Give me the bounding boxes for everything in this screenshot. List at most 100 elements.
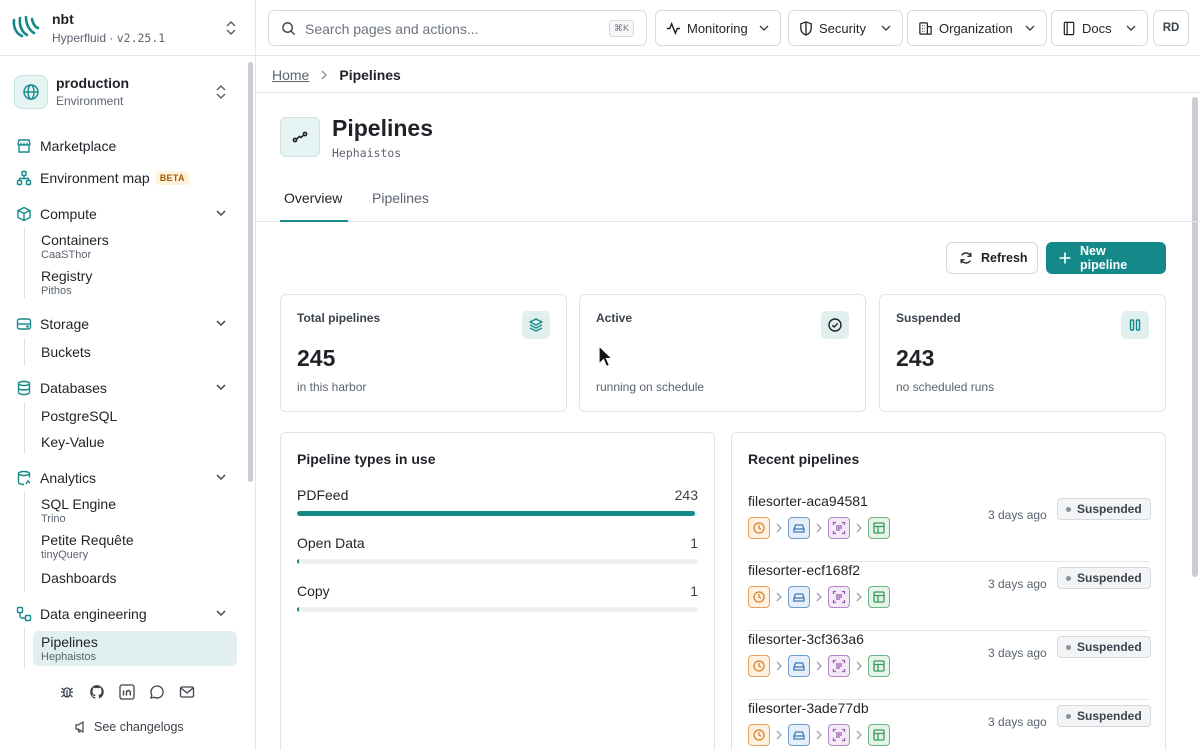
- pipeline-updated: 3 days ago: [988, 646, 1047, 660]
- tree-line: [24, 402, 25, 454]
- scrollbar-thumb[interactable]: [248, 62, 253, 482]
- status-label: Suspended: [1077, 709, 1142, 723]
- pipeline-name[interactable]: filesorter-aca94581: [748, 493, 868, 509]
- pipeline-icon: [280, 117, 320, 157]
- sidebar-item-compute[interactable]: Compute: [16, 202, 242, 226]
- scan-process-icon: [828, 724, 850, 746]
- chevron-down-icon[interactable]: [214, 606, 228, 620]
- menu-label: Security: [819, 20, 866, 36]
- sidebar-item-registry[interactable]: Registry Pithos: [41, 268, 92, 297]
- sidebar-item-sql-engine[interactable]: SQL Engine Trino: [41, 496, 116, 525]
- stat-label: Active: [596, 311, 633, 325]
- pipeline-name[interactable]: filesorter-3cf363a6: [748, 631, 864, 647]
- sidebar-item-dashboards[interactable]: Dashboards: [41, 570, 117, 586]
- sidebar-item-petite-requete[interactable]: Petite Requête tinyQuery: [41, 532, 134, 561]
- pipeline-row[interactable]: filesorter-3ade77db 3 days ago Suspended: [748, 700, 1151, 750]
- type-name: Open Data: [297, 535, 365, 551]
- tab-pipelines[interactable]: Pipelines: [368, 179, 433, 222]
- mail-icon[interactable]: [178, 683, 196, 701]
- sidebar-item-marketplace[interactable]: Marketplace: [16, 134, 116, 158]
- sidebar-item-label: Registry: [41, 268, 93, 284]
- bug-icon[interactable]: [58, 683, 76, 701]
- sidebar-item-key-value[interactable]: Key-Value: [41, 434, 105, 450]
- main-scrollbar[interactable]: [1192, 97, 1198, 577]
- megaphone-icon: [74, 720, 88, 734]
- sidebar-item-storage[interactable]: Storage: [16, 312, 242, 336]
- chevron-down-icon[interactable]: [214, 206, 228, 220]
- docs-menu[interactable]: Docs: [1051, 10, 1148, 46]
- type-count: 1: [690, 535, 698, 551]
- sidebar-item-sublabel: Hephaistos: [41, 651, 97, 663]
- search-placeholder: Search pages and actions...: [305, 21, 479, 37]
- status-dot: [1066, 644, 1071, 650]
- chevron-down-icon: [880, 22, 892, 34]
- stat-card-suspended: Suspended 243 no scheduled runs: [879, 294, 1166, 412]
- sidebar-item-pipelines[interactable]: Pipelines Hephaistos: [33, 631, 237, 666]
- security-menu[interactable]: Security: [788, 10, 903, 46]
- pipeline-row[interactable]: filesorter-aca94581 3 days ago Suspended: [748, 493, 1151, 562]
- section-title: Pipeline types in use: [297, 451, 436, 467]
- sidebar-item-label: PostgreSQL: [41, 408, 118, 424]
- sidebar-item-environment-map[interactable]: Environment map BETA: [16, 166, 189, 190]
- tree-line: [24, 492, 25, 592]
- refresh-button[interactable]: Refresh: [946, 242, 1038, 274]
- network-icon: [16, 170, 32, 186]
- type-count: 243: [674, 487, 698, 503]
- changelog-link[interactable]: See changelogs: [74, 720, 184, 734]
- plus-icon: [1058, 251, 1072, 265]
- pipeline-updated: 3 days ago: [988, 508, 1047, 522]
- chat-icon[interactable]: [148, 683, 166, 701]
- activity-icon: [666, 21, 681, 36]
- box-icon: [16, 206, 32, 222]
- status-label: Suspended: [1077, 502, 1142, 516]
- pipeline-name[interactable]: filesorter-3ade77db: [748, 700, 869, 716]
- chevron-down-icon[interactable]: [214, 380, 228, 394]
- status-badge: Suspended: [1057, 567, 1151, 589]
- monitoring-menu[interactable]: Monitoring: [655, 10, 781, 46]
- sidebar-scrollbar[interactable]: [247, 60, 253, 670]
- chevron-down-icon[interactable]: [214, 470, 228, 484]
- pipeline-name[interactable]: filesorter-ecf168f2: [748, 562, 860, 578]
- environment-switcher[interactable]: production Environment: [14, 72, 239, 112]
- avatar[interactable]: RD: [1153, 10, 1189, 46]
- sidebar-item-buckets[interactable]: Buckets: [41, 344, 91, 360]
- organization-menu[interactable]: Organization: [907, 10, 1047, 46]
- type-bar: [297, 559, 698, 564]
- sidebar-item-label: Key-Value: [41, 434, 105, 450]
- new-pipeline-button[interactable]: New pipeline: [1046, 242, 1166, 274]
- source-drive-icon: [788, 655, 810, 677]
- app-switcher[interactable]: nbt Hyperfluid · v2.25.1: [0, 0, 256, 56]
- store-icon: [16, 138, 32, 154]
- search-input[interactable]: Search pages and actions... ⌘K: [268, 10, 647, 46]
- pipeline-steps: [748, 586, 890, 608]
- pipeline-row[interactable]: filesorter-ecf168f2 3 days ago Suspended: [748, 562, 1151, 631]
- schedule-clock-icon: [748, 517, 770, 539]
- source-drive-icon: [788, 586, 810, 608]
- sidebar-item-databases[interactable]: Databases: [16, 376, 242, 400]
- sidebar-item-containers[interactable]: Containers CaaSThor: [41, 232, 109, 261]
- stat-value: 245: [297, 345, 336, 371]
- new-pipeline-label: New pipeline: [1080, 244, 1128, 272]
- tab-overview[interactable]: Overview: [280, 179, 348, 222]
- sidebar-item-analytics[interactable]: Analytics: [16, 466, 242, 490]
- stat-sublabel: no scheduled runs: [896, 380, 995, 394]
- pipeline-steps: [748, 724, 890, 746]
- pipeline-row[interactable]: filesorter-3cf363a6 3 days ago Suspended: [748, 631, 1151, 700]
- github-icon[interactable]: [88, 683, 106, 701]
- chevron-down-icon[interactable]: [214, 316, 228, 330]
- shield-icon: [799, 20, 813, 36]
- search-shortcut: ⌘K: [608, 20, 634, 37]
- chevron-right-icon: [855, 523, 863, 533]
- sidebar-item-data-engineering[interactable]: Data engineering: [16, 602, 242, 626]
- linkedin-icon[interactable]: [118, 683, 136, 701]
- environment-name: production: [56, 75, 130, 91]
- menu-label: Organization: [939, 20, 1013, 36]
- app-org: Hyperfluid · v2.25.1: [52, 31, 165, 45]
- schedule-clock-icon: [748, 724, 770, 746]
- breadcrumb-home[interactable]: Home: [272, 67, 309, 83]
- chevron-right-icon: [775, 730, 783, 740]
- pipeline-steps: [748, 655, 890, 677]
- sidebar-item-postgresql[interactable]: PostgreSQL: [41, 408, 117, 424]
- section-title: Recent pipelines: [748, 451, 860, 467]
- sidebar-item-sublabel: Pithos: [41, 285, 72, 297]
